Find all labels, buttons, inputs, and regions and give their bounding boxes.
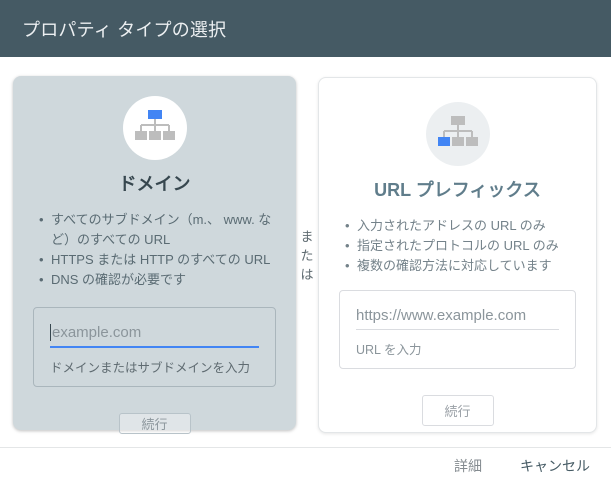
cancel-link[interactable]: キャンセル [520,456,590,476]
url-prefix-input-helper: URL を入力 [356,343,422,358]
url-prefix-input-box: URL を入力 [339,290,576,370]
bullet-item: HTTPS または HTTP のすべての URL [37,250,276,270]
domain-input-helper: ドメインまたはサブドメインを入力 [50,360,251,375]
footer-divider [0,447,611,448]
sitemap-url-prefix-icon [437,115,479,154]
domain-input-box: ドメインまたはサブドメインを入力 [33,306,276,387]
sitemap-domain-icon [134,109,176,148]
or-divider-label: または [300,229,314,282]
bullet-item: 指定されたプロトコルの URL のみ [343,236,576,256]
domain-icon-circle [122,96,187,160]
card-url-prefix-bullets: 入力されたアドレスの URL のみ 指定されたプロトコルの URL のみ 複数の… [319,216,596,277]
details-link[interactable]: 詳細 [454,456,482,476]
card-url-prefix[interactable]: URL プレフィックス 入力されたアドレスの URL のみ 指定されたプロトコル… [318,77,597,433]
url-prefix-icon-circle [425,102,490,166]
url-prefix-input[interactable] [356,305,559,331]
dialog-title: プロパティ タイプの選択 [22,19,227,40]
card-domain-bullets: すべてのサブドメイン（m.、 www. など）のすべての URL HTTPS ま… [13,210,296,291]
bullet-item: 入力されたアドレスの URL のみ [343,216,576,236]
card-domain-title: ドメイン [118,174,191,194]
text-caret [50,323,51,341]
dialog-header: プロパティ タイプの選択 [0,0,611,57]
card-domain[interactable]: ドメイン すべてのサブドメイン（m.、 www. など）のすべての URL HT… [13,76,296,434]
card-url-prefix-title: URL プレフィックス [374,180,541,200]
url-prefix-continue-button[interactable]: 続行 [421,395,494,427]
bullet-item: 複数の確認方法に対応しています [343,256,576,276]
bullet-item: すべてのサブドメイン（m.、 www. など）のすべての URL [37,210,276,250]
dialog-footer: 詳細 キャンセル [454,456,590,476]
domain-continue-button[interactable]: 続行 [118,412,191,434]
domain-input[interactable] [50,321,259,348]
bullet-item: DNS の確認が必要です [37,270,276,290]
